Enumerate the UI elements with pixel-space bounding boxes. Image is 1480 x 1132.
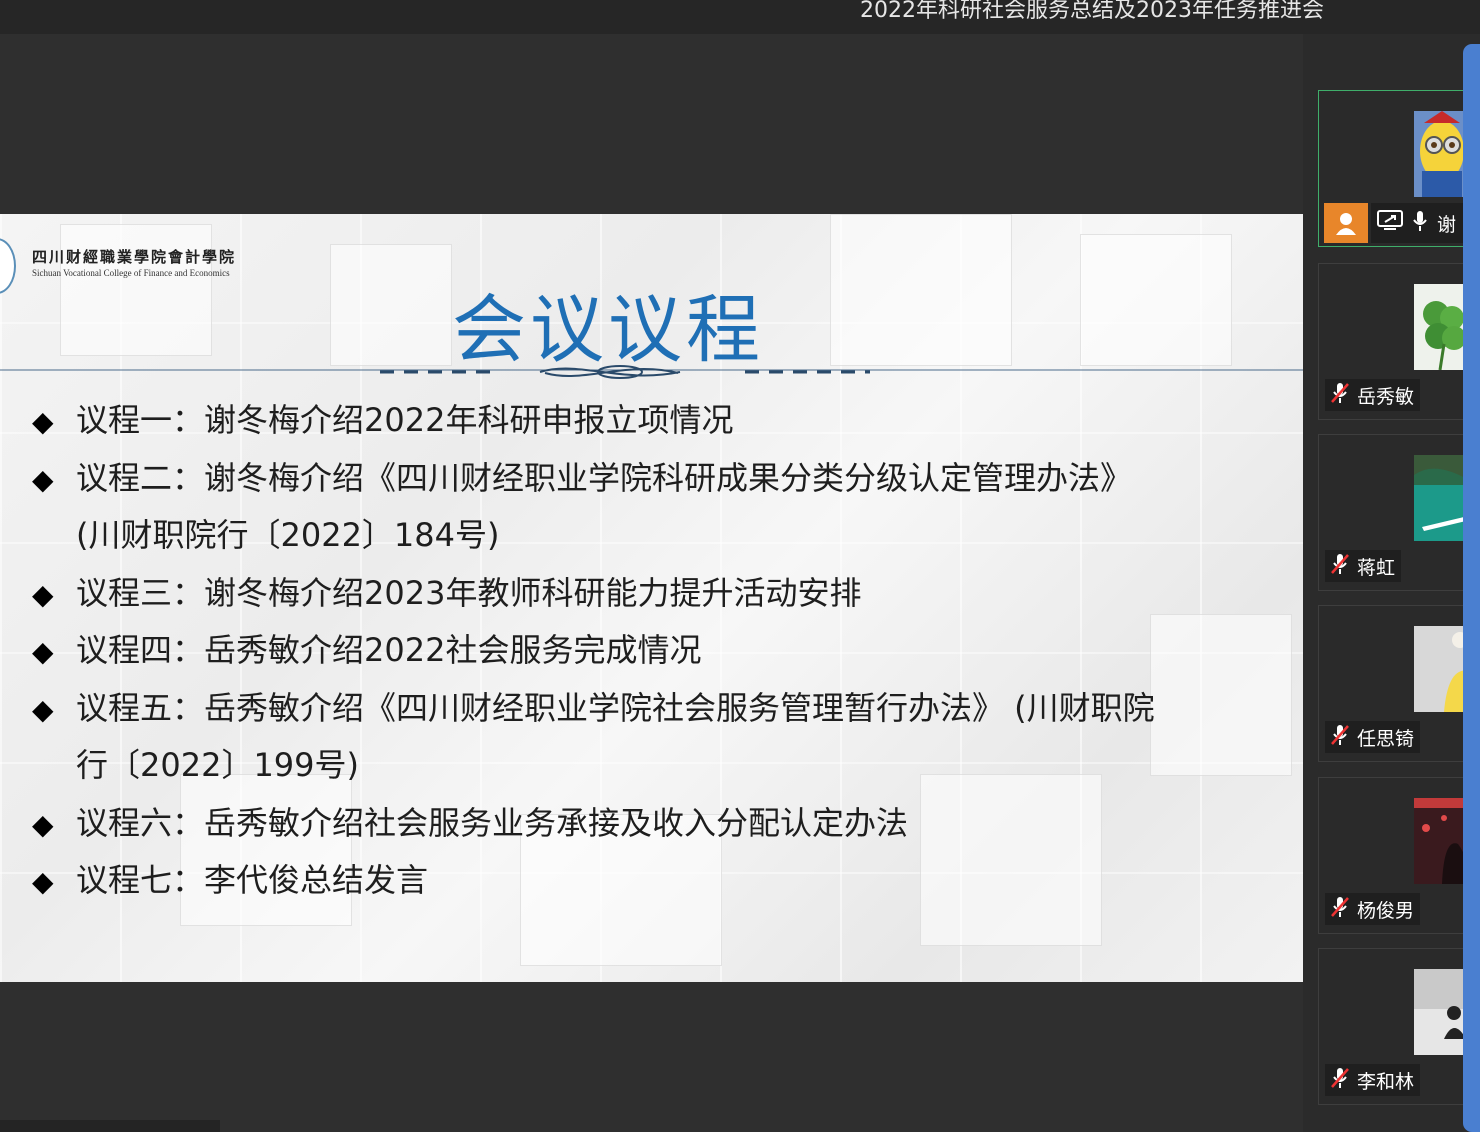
diamond-bullet-icon: ◆: [32, 405, 54, 438]
avatar: [1414, 111, 1469, 197]
shared-slide: 四川财經職業學院會計學院 Sichuan Vocational College …: [0, 214, 1303, 982]
slide-title: 会议议程: [452, 287, 764, 373]
agenda-item-7: ◆ 议程七：李代俊总结发言: [32, 852, 1292, 910]
microphone-muted-icon: [1331, 553, 1349, 580]
screen-share-icon: [1377, 209, 1403, 237]
agenda-item-2: ◆ 议程二：谢冬梅介绍《四川财经职业学院科研成果分类分级认定管理办法》: [32, 450, 1292, 508]
diamond-bullet-icon: ◆: [32, 692, 54, 726]
participant-name: 李和林: [1357, 1070, 1415, 1093]
avatar: [1414, 284, 1469, 370]
participant-name: 蒋虹: [1357, 556, 1396, 579]
avatar: [1414, 969, 1469, 1055]
participant-tile[interactable]: 蒋虹: [1318, 434, 1470, 591]
diamond-bullet-icon: ◆: [32, 865, 54, 898]
school-name-cn: 四川财經職業學院會計學院: [32, 248, 237, 266]
participant-tile[interactable]: 杨俊男: [1318, 777, 1470, 934]
agenda-list: ◆ 议程一：谢冬梅介绍2022年科研申报立项情况 ◆ 议程二：谢冬梅介绍《四川财经职…: [32, 392, 1292, 910]
participant-name: 杨俊男: [1357, 899, 1415, 922]
participant-tile-active[interactable]: 谢: [1318, 90, 1470, 247]
participant-panel: 谢 岳秀敏 蒋虹 任思锜 杨俊男 李和林: [1303, 34, 1480, 1132]
avatar: [1414, 798, 1469, 884]
diamond-bullet-icon: ◆: [32, 577, 54, 611]
name-tag: 杨俊男: [1325, 893, 1421, 925]
microphone-muted-icon: [1331, 382, 1349, 409]
avatar: [1414, 626, 1469, 712]
microphone-muted-icon: [1331, 1067, 1349, 1094]
diamond-bullet-icon: ◆: [32, 635, 54, 668]
participant-name: 任思锜: [1357, 727, 1415, 750]
microphone-muted-icon: [1331, 896, 1349, 923]
name-tag: 岳秀敏: [1325, 379, 1421, 411]
diamond-bullet-icon: ◆: [32, 807, 54, 841]
host-badge-icon: [1324, 203, 1368, 243]
meeting-title: 2022年科研社会服务总结及2023年任务推进会: [860, 0, 1324, 23]
participant-tile[interactable]: 李和林: [1318, 948, 1470, 1105]
participant-name: 岳秀敏: [1357, 385, 1415, 408]
name-tag: 任思锜: [1325, 721, 1421, 753]
participant-tile[interactable]: 岳秀敏: [1318, 263, 1470, 420]
agenda-item-3: ◆ 议程三：谢冬梅介绍2023年教师科研能力提升活动安排: [32, 565, 1292, 623]
name-tag: 谢: [1371, 203, 1469, 243]
avatar: [1414, 455, 1469, 541]
diamond-bullet-icon: ◆: [32, 462, 54, 496]
participant-tile[interactable]: 任思锜: [1318, 605, 1470, 762]
title-bar: 2022年科研社会服务总结及2023年任务推进会: [0, 0, 1480, 34]
bottom-toolbar-edge: [0, 1120, 220, 1132]
school-name-en: Sichuan Vocational College of Finance an…: [32, 268, 230, 278]
agenda-item-2-cont: (川财职院行〔2022〕184号): [76, 516, 500, 554]
microphone-muted-icon: [1331, 724, 1349, 751]
agenda-item-5: ◆ 议程五：岳秀敏介绍《四川财经职业学院社会服务管理暂行办法》 (川财职院: [32, 680, 1292, 738]
microphone-icon: [1413, 210, 1427, 237]
agenda-item-6: ◆ 议程六：岳秀敏介绍社会服务业务承接及收入分配认定办法: [32, 795, 1292, 853]
participant-panel-scrollbar[interactable]: [1463, 44, 1480, 1132]
name-tag: 蒋虹: [1325, 550, 1402, 582]
agenda-item-4: ◆ 议程四：岳秀敏介绍2022社会服务完成情况: [32, 622, 1292, 680]
name-tag: 李和林: [1325, 1064, 1421, 1096]
participant-name: 谢: [1437, 213, 1457, 236]
ornamental-divider: [0, 365, 1303, 379]
agenda-item-5-cont: 行〔2022〕199号): [76, 746, 360, 784]
agenda-item-1: ◆ 议程一：谢冬梅介绍2022年科研申报立项情况: [32, 392, 1292, 450]
